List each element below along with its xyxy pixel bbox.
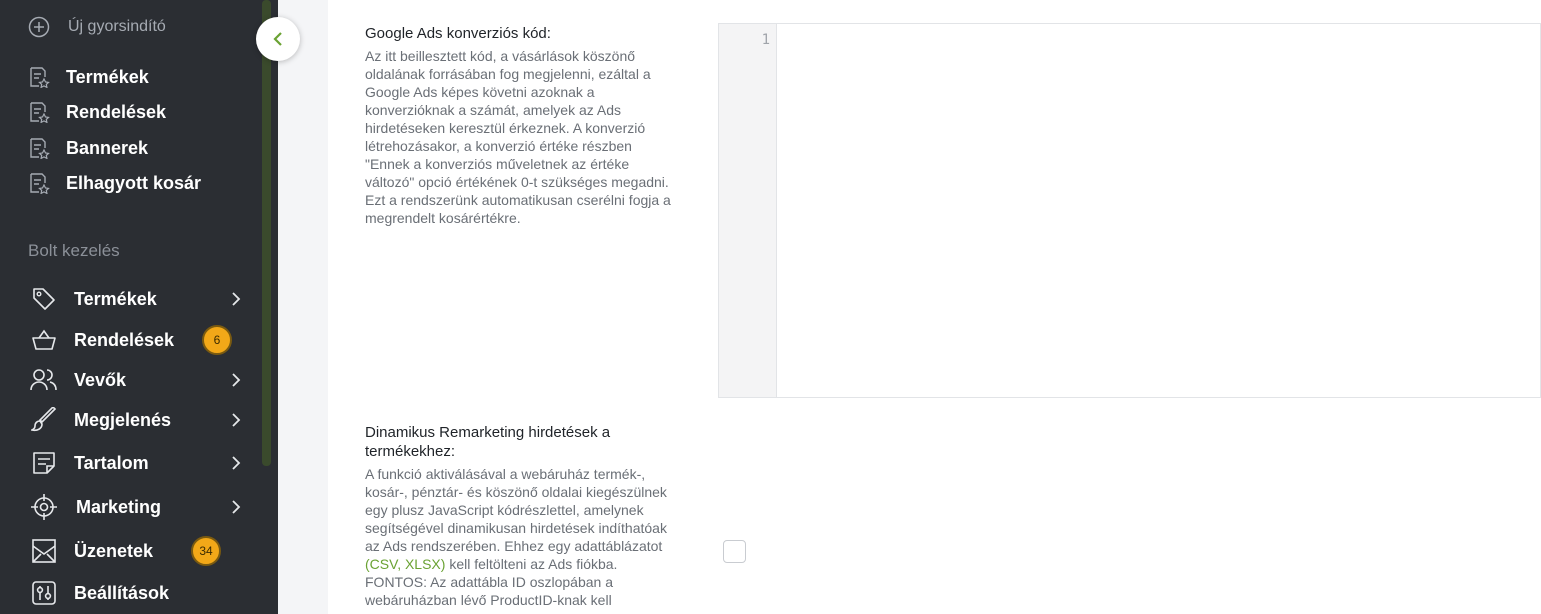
desc-line: Az itt beillesztett kód, a vásárlások kö… <box>365 48 636 64</box>
desc-line: segítségével dinamikusan hirdetések indí… <box>365 520 667 536</box>
list-star-icon <box>30 138 50 159</box>
shortcut-bannerek[interactable]: Bannerek <box>28 137 148 159</box>
desc-line: A funkció aktiválásával a webáruház term… <box>365 466 646 482</box>
shortcut-label: Bannerek <box>66 137 149 158</box>
csv-link[interactable]: CSV <box>370 556 398 572</box>
nav-item-label: Megjelenés <box>74 409 172 430</box>
desc-line: kosár-, pénztár- és köszönő oldalai kieg… <box>365 484 667 500</box>
ads-code-title: Google Ads konverziós kód: <box>365 25 551 42</box>
chevron-right-icon <box>232 373 241 387</box>
desc-line: konverzióknak a számát, amelyek az Ads <box>365 102 622 118</box>
desc-text: kell feltölteni az Ads fiókba. <box>445 556 618 572</box>
list-star-icon <box>30 102 50 123</box>
remarketing-checkbox[interactable] <box>723 540 746 563</box>
brush-icon <box>31 407 57 432</box>
chevron-right-icon <box>232 500 241 514</box>
nav-item-beallitasok[interactable]: Beállítások <box>30 575 250 611</box>
chevron-right-icon <box>232 292 241 306</box>
nav-item-label: Üzenetek <box>74 540 154 561</box>
target-icon <box>31 494 57 520</box>
shortcut-termekek[interactable]: Termékek <box>28 66 149 88</box>
chevron-right-icon <box>232 456 241 470</box>
xlsx-link[interactable]: XLSX <box>405 556 441 572</box>
chevron-left-icon <box>273 32 282 46</box>
ads-code-description: Az itt beillesztett kód, a vásárlások kö… <box>365 47 705 227</box>
shortcut-label: Rendelések <box>66 101 167 122</box>
nav-item-vevok[interactable]: Vevők <box>30 362 250 398</box>
plus-circle-icon <box>28 16 50 38</box>
shortcut-rendelesek[interactable]: Rendelések <box>28 101 166 123</box>
settings-icon <box>32 581 56 605</box>
nav-item-label: Rendelések <box>74 329 175 350</box>
orders-badge: 6 <box>202 325 232 355</box>
desc-line: hirdetéseken keresztül érkeznek. A konve… <box>365 120 646 136</box>
sidebar: Új gyorsindító Termékek Rendelések Banne… <box>0 0 278 614</box>
messages-badge: 34 <box>191 536 221 566</box>
nav-item-tartalom[interactable]: Tartalom <box>30 445 250 481</box>
editor-gutter: 1 <box>719 24 777 397</box>
remarketing-description: A funkció aktiválásával a webáruház term… <box>365 465 705 609</box>
shortcut-label: Termékek <box>66 66 149 87</box>
desc-line: webáruházban lévő ProductID-knak kell <box>365 592 612 608</box>
ads-code-editor[interactable]: 1 <box>718 23 1541 398</box>
desc-line: FONTOS: Az adattábla ID oszlopában a <box>365 574 613 590</box>
link-separator: , <box>397 556 405 572</box>
desc-line: létrehozásakor, a konverzió értéke részb… <box>365 138 632 154</box>
desc-line: Google Ads képes követni azoknak a <box>365 84 595 100</box>
desc-line: oldalának forrásában fog megjelenni, ezá… <box>365 66 651 82</box>
desc-line: Ezt a rendszerünk automatikusan cserélni… <box>365 192 671 208</box>
desc-line: változó" opció értékének 0-t szükséges m… <box>365 174 669 190</box>
quick-add-label: Új gyorsindító <box>68 18 166 35</box>
basket-icon <box>32 329 56 350</box>
nav-item-label: Vevők <box>74 369 127 390</box>
nav-item-megjelenes[interactable]: Megjelenés <box>30 402 250 438</box>
message-icon <box>32 539 56 563</box>
desc-line: az Ads rendszerében. Ehhez egy adattáblá… <box>365 538 663 554</box>
nav-item-marketing[interactable]: Marketing <box>30 489 250 525</box>
nav-item-label: Tartalom <box>74 452 149 473</box>
document-icon <box>33 452 55 474</box>
sidebar-scrollbar[interactable] <box>262 0 271 466</box>
desc-line: "Ennek a konverziós műveletnek az értéke <box>365 156 630 172</box>
nav-item-label: Termékek <box>74 288 157 309</box>
list-star-icon <box>30 173 50 194</box>
list-star-icon <box>30 67 50 88</box>
chevron-right-icon <box>232 413 241 427</box>
main-content: Google Ads konverziós kód: Az itt beille… <box>328 0 1541 614</box>
quick-add-button[interactable]: Új gyorsindító <box>28 16 166 38</box>
tag-icon <box>33 288 55 310</box>
nav-item-termekek[interactable]: Termékek <box>30 281 250 317</box>
desc-line: egy plusz JavaScript kódrészlettel, amel… <box>365 502 644 518</box>
sidebar-collapse-button[interactable] <box>256 17 300 61</box>
title-line: termékekhez: <box>365 443 456 460</box>
nav-item-label: Marketing <box>76 496 162 517</box>
title-line: Dinamikus Remarketing hirdetések a <box>365 424 611 441</box>
desc-line: megrendelt kosárértékre. <box>365 210 521 226</box>
line-number: 1 <box>761 32 770 48</box>
nav-item-label: Beállítások <box>74 582 170 603</box>
shortcut-elhagyott-kosar[interactable]: Elhagyott kosár <box>28 172 201 194</box>
remarketing-title: Dinamikus Remarketing hirdetések a termé… <box>365 423 705 461</box>
desc-line-links: (CSV, XLSX) kell feltölteni az Ads fiókb… <box>365 555 705 573</box>
shortcut-label: Elhagyott kosár <box>66 172 202 193</box>
section-label-bolt-kezeles: Bolt kezelés <box>28 241 120 260</box>
users-icon <box>30 369 57 391</box>
